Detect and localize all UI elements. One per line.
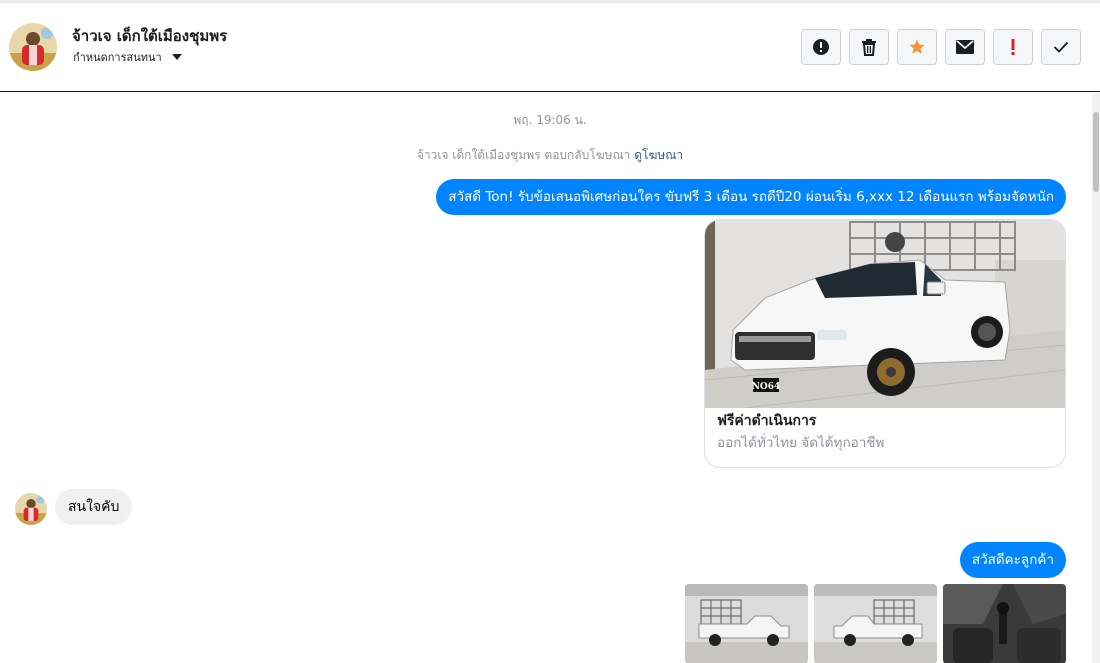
image-attachments — [685, 584, 1066, 663]
truck-image: NO64 — [705, 220, 1065, 408]
action-toolbar — [801, 29, 1081, 65]
scrollbar[interactable] — [1092, 93, 1100, 663]
truck-side-image — [814, 584, 937, 663]
contact-name: จ้าวเจ เด็กใต้เมืองชุมพร — [72, 27, 228, 45]
trash-icon — [862, 39, 876, 56]
contact-avatar[interactable] — [9, 23, 57, 71]
interior-image — [943, 584, 1066, 663]
outgoing-greeting: สวัสดีคะลูกค้า — [959, 542, 1066, 578]
truck-side-image — [685, 584, 808, 663]
message-timestamp: พฤ. 19:06 น. — [513, 113, 587, 127]
outgoing-message: สวัสดี Ton! รับข้อเสนอพิเศษก่อนใคร ขับฟร… — [436, 179, 1066, 215]
mark-done-button[interactable] — [1041, 29, 1081, 65]
mark-spam-button[interactable] — [801, 29, 841, 65]
envelope-icon — [956, 40, 974, 54]
ad-card[interactable]: NO64 ฟรีค่าดำเนินการ ออกได้ทั่วไทย จัดได… — [704, 219, 1066, 468]
assign-label: กำหนดการสนทนา — [73, 51, 162, 64]
assign-conversation-dropdown[interactable]: กำหนดการสนทนา — [73, 48, 182, 66]
alert-icon — [813, 39, 829, 55]
license-plate: NO64 — [752, 382, 781, 392]
card-subtitle: ออกได้ทั่วไทย จัดได้ทุกอาชีพ — [717, 435, 885, 451]
scrollbar-thumb[interactable] — [1093, 112, 1099, 192]
contact-avatar-small — [15, 493, 47, 525]
caret-down-icon — [171, 54, 182, 60]
view-ad-link[interactable]: ดูโฆษณา — [634, 148, 683, 162]
check-icon — [1053, 41, 1069, 53]
ad-reply-text: จ้าวเจ เด็กใต้เมืองชุมพร ตอบกลับโฆษณา — [416, 148, 631, 162]
mark-unread-button[interactable] — [945, 29, 985, 65]
exclamation-icon — [1011, 39, 1015, 55]
ad-reply-note: จ้าวเจ เด็กใต้เมืองชุมพร ตอบกลับโฆษณา ดู… — [0, 146, 1100, 165]
delete-button[interactable] — [849, 29, 889, 65]
top-divider — [0, 0, 1100, 3]
card-title: ฟรีค่าดำเนินการ — [717, 413, 817, 429]
attachment-thumb[interactable] — [685, 584, 808, 663]
incoming-message: สนใจคับ — [55, 489, 133, 525]
conversation-header: จ้าวเจ เด็กใต้เมืองชุมพร กำหนดการสนทนา — [0, 0, 1100, 92]
star-button[interactable] — [897, 29, 937, 65]
star-icon — [909, 39, 925, 54]
attachment-thumb[interactable] — [814, 584, 937, 663]
message-thread[interactable]: พฤ. 19:06 น. จ้าวเจ เด็กใต้เมืองชุมพร ตอ… — [0, 93, 1100, 663]
attachment-thumb[interactable] — [943, 584, 1066, 663]
follow-up-button[interactable] — [993, 29, 1033, 65]
